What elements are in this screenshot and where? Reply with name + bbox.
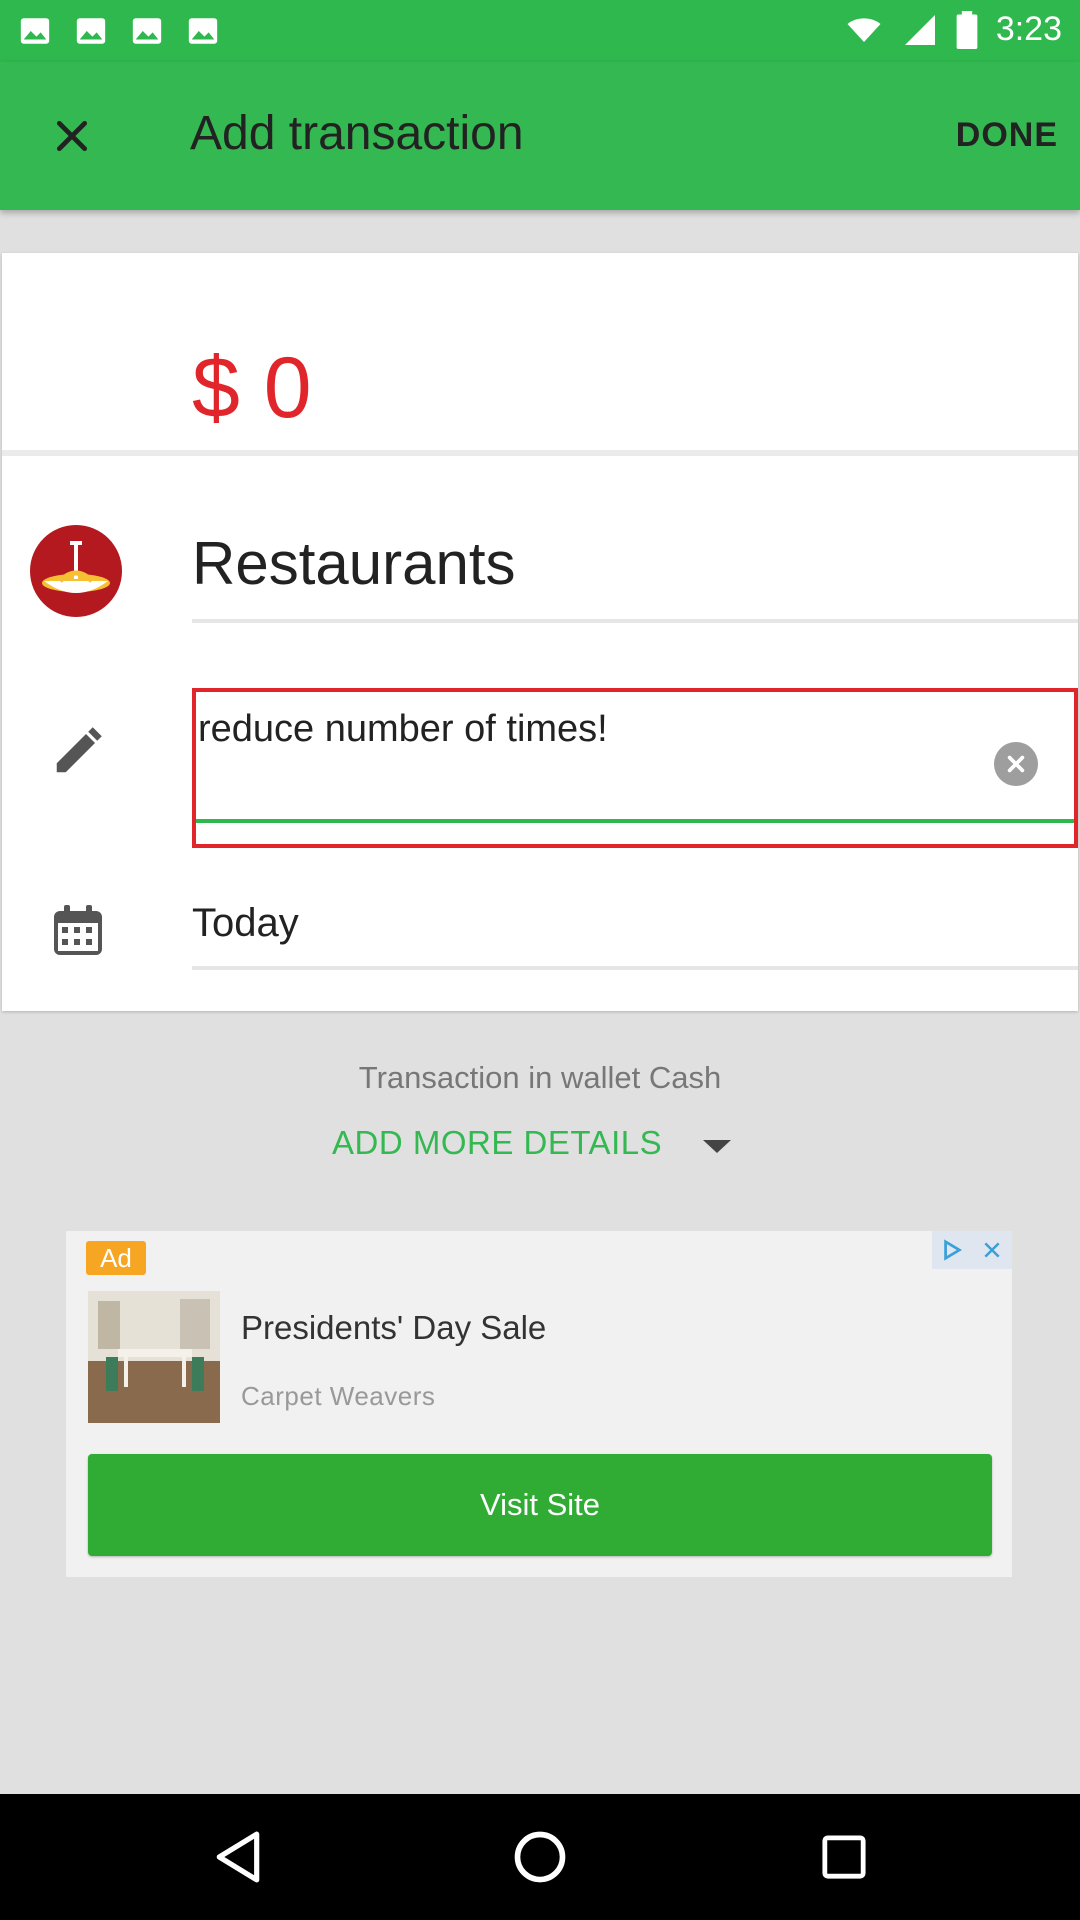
add-more-details-button[interactable]: ADD MORE DETAILS [332, 1124, 662, 1162]
note-input[interactable]: reduce number of times! [198, 708, 608, 751]
home-button[interactable] [510, 1827, 570, 1887]
back-icon [216, 1831, 260, 1883]
pencil-icon [50, 725, 104, 779]
done-button[interactable]: DONE [956, 116, 1058, 155]
status-bar: 3:23 [0, 0, 1080, 62]
divider [2, 450, 1078, 456]
gallery-icon [188, 18, 218, 44]
ad-choices[interactable] [932, 1231, 1012, 1269]
caret-down-icon[interactable] [703, 1140, 731, 1153]
recents-button[interactable] [814, 1827, 874, 1887]
ad-banner[interactable]: Ad Presidents' Day Sale Carpet Weavers V… [66, 1231, 1012, 1577]
ad-badge: Ad [86, 1241, 146, 1275]
wifi-icon [847, 17, 881, 42]
noodle-bowl-icon[interactable] [30, 525, 122, 617]
clear-icon [1007, 755, 1025, 773]
note-underline [196, 819, 1074, 823]
calendar-icon [52, 903, 104, 957]
back-button[interactable] [208, 1827, 268, 1887]
wallet-info: Transaction in wallet Cash [358, 1060, 722, 1095]
notification-icons [18, 14, 220, 48]
visit-site-button[interactable]: Visit Site [88, 1454, 992, 1556]
home-icon [514, 1831, 566, 1883]
system-nav-bar [0, 1794, 1080, 1920]
transaction-card: $ 0 Restaurants reduce number of times! [2, 253, 1078, 1011]
battery-icon [956, 10, 978, 49]
note-field[interactable]: reduce number of times! [192, 688, 1078, 848]
ad-image[interactable] [88, 1291, 220, 1423]
amount-input[interactable]: $ 0 [192, 339, 312, 438]
signal-icon [904, 14, 935, 45]
gallery-icon [20, 18, 50, 44]
app-bar: Add transaction DONE [0, 62, 1080, 210]
gallery-icon [132, 18, 162, 44]
clear-note-button[interactable] [994, 742, 1038, 786]
ad-choices-icon[interactable] [932, 1231, 972, 1269]
gallery-icon [76, 18, 106, 44]
date-field[interactable]: Today [192, 901, 299, 946]
recents-icon [822, 1835, 866, 1879]
ad-advertiser: Carpet Weavers [241, 1381, 436, 1411]
date-underline [192, 966, 1078, 970]
category-field[interactable]: Restaurants [192, 529, 516, 598]
ad-title[interactable]: Presidents' Day Sale [241, 1309, 546, 1347]
status-time: 3:23 [995, 10, 1062, 48]
page-title: Add transaction [190, 107, 524, 160]
close-icon [56, 120, 88, 152]
category-underline [192, 619, 1078, 623]
ad-close-icon[interactable] [972, 1231, 1012, 1269]
close-button[interactable] [40, 104, 104, 168]
